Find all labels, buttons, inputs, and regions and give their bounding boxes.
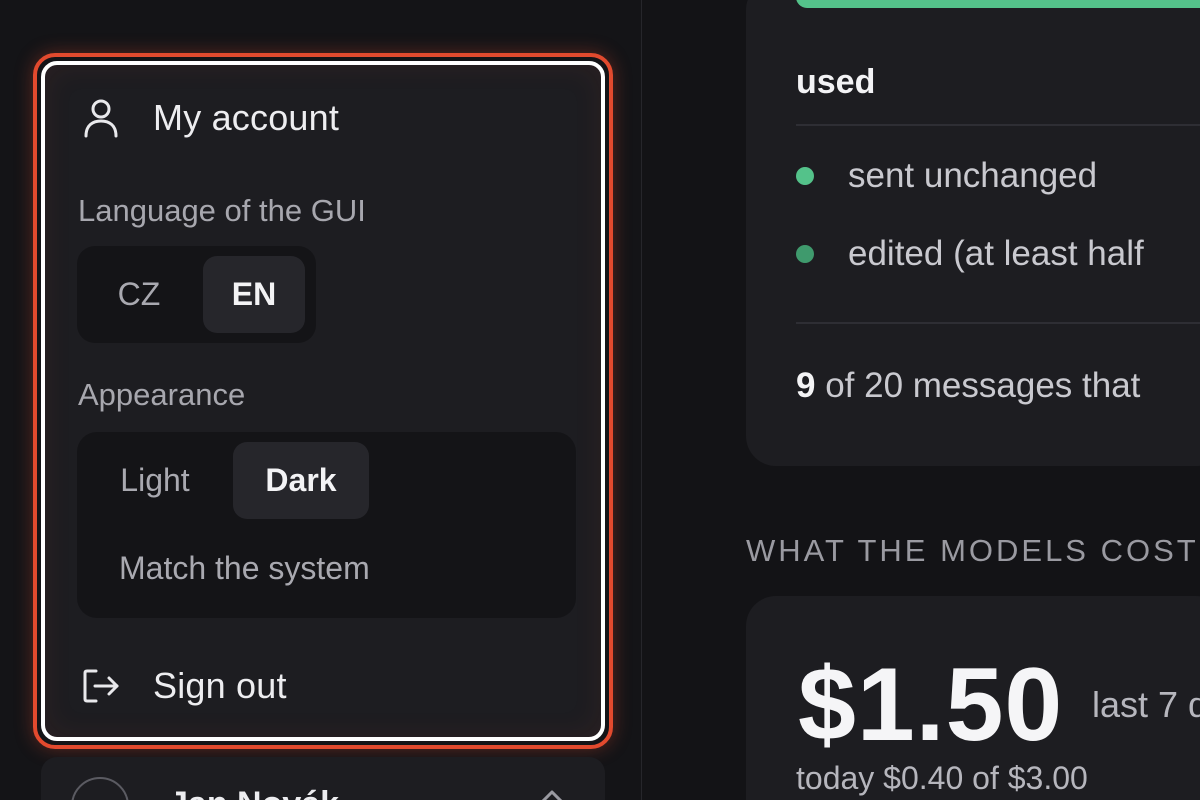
language-option-cz[interactable]: CZ <box>93 256 185 333</box>
account-menu: My account Language of the GUI CZ EN App… <box>41 61 605 741</box>
sign-out-item[interactable]: Sign out <box>81 665 287 707</box>
app-window: My account Language of the GUI CZ EN App… <box>0 0 1200 800</box>
user-name: Jan Novák <box>169 785 339 800</box>
cost-section-caption: WHAT THE MODELS COST <box>746 533 1199 568</box>
my-account-item[interactable]: My account <box>81 97 339 139</box>
legend-dot-unchanged <box>796 167 814 185</box>
sidebar: My account Language of the GUI CZ EN App… <box>0 0 642 800</box>
cost-period: last 7 d <box>1092 684 1200 725</box>
cost-card: $1.50 last 7 d today $0.40 of $3.00 <box>746 596 1200 800</box>
message-count-text: of 20 messages that <box>815 366 1141 405</box>
appearance-option-dark[interactable]: Dark <box>233 442 369 519</box>
message-count: 9 of 20 messages that <box>796 366 1140 406</box>
appearance-option-light[interactable]: Light <box>93 442 217 519</box>
appearance-option-system[interactable]: Match the system <box>93 530 413 607</box>
user-icon <box>81 98 121 138</box>
avatar <box>71 777 129 800</box>
usage-card: used sent unchanged edited (at least hal… <box>746 0 1200 466</box>
sign-out-label: Sign out <box>153 665 287 706</box>
legend-item-edited: edited (at least half <box>796 234 1144 274</box>
cost-amount: $1.50 <box>798 647 1064 763</box>
sign-out-icon <box>81 666 121 706</box>
legend-label-unchanged: sent unchanged <box>848 156 1098 195</box>
divider <box>796 322 1200 324</box>
legend-label-edited: edited (at least half <box>848 234 1144 273</box>
user-menu-toggle[interactable]: Jan Novák <box>41 757 605 800</box>
chevron-up-icon <box>541 790 563 800</box>
divider <box>796 124 1200 126</box>
usage-progress-bar <box>796 0 1200 8</box>
usage-card-heading: used <box>796 63 876 101</box>
appearance-switcher: Light Dark Match the system <box>77 432 576 618</box>
language-section-label: Language of the GUI <box>78 193 366 228</box>
legend-item-unchanged: sent unchanged <box>796 156 1097 196</box>
language-option-en[interactable]: EN <box>203 256 305 333</box>
cost-today: today $0.40 of $3.00 <box>796 760 1088 796</box>
legend-dot-edited <box>796 245 814 263</box>
my-account-label: My account <box>153 97 340 138</box>
main-content: used sent unchanged edited (at least hal… <box>643 0 1200 800</box>
appearance-section-label: Appearance <box>78 377 246 412</box>
message-count-number: 9 <box>796 366 816 405</box>
language-switcher: CZ EN <box>77 246 316 343</box>
